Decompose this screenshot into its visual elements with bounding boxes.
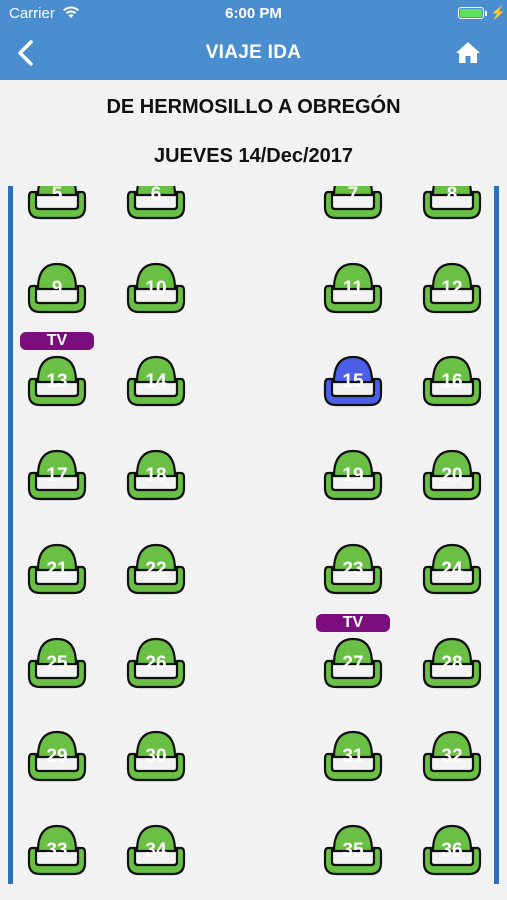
seat-available[interactable]: 28 [421, 631, 483, 689]
seat-number: 16 [441, 371, 463, 393]
seat-number: 34 [145, 839, 167, 861]
seat-available[interactable]: 34 [125, 818, 187, 876]
seat-number: 6 [150, 186, 162, 205]
seat-available[interactable]: 13 [26, 349, 88, 407]
seat-number: 33 [46, 839, 68, 861]
seat-number: 29 [46, 746, 68, 768]
seat-available[interactable]: 18 [125, 443, 187, 501]
bus-wall-right [494, 186, 499, 884]
nav-bar: Carrier 6:00 PM ⚡ VIAJE IDA [0, 0, 507, 80]
seat-number: 32 [441, 746, 463, 768]
seat-number: 23 [342, 558, 364, 580]
seat-available[interactable]: 10 [125, 256, 187, 314]
trip-date: JUEVES 14/Dec/2017 [153, 145, 354, 167]
seat-available[interactable]: 29 [26, 724, 88, 782]
seat-number: 20 [441, 465, 463, 487]
seat-available[interactable]: 31 [322, 724, 384, 782]
seat-number: 31 [342, 746, 364, 768]
seat-available[interactable]: 20 [421, 443, 483, 501]
seat-number: 36 [441, 839, 463, 861]
seat-number: 27 [342, 652, 364, 674]
seat-available[interactable]: 35 [322, 818, 384, 876]
seat-number: 35 [342, 839, 364, 861]
seat-available[interactable]: 9 [26, 256, 88, 314]
seat-number: 11 [342, 277, 364, 299]
seat-number: 9 [51, 277, 63, 299]
seat-selected[interactable]: 15 [322, 349, 384, 407]
seat-number: 19 [342, 465, 364, 487]
seat-number: 10 [145, 277, 167, 299]
seat-number: 7 [347, 186, 359, 205]
seat-number: 22 [145, 558, 167, 580]
seat-available[interactable]: 23 [322, 537, 384, 595]
seat-available[interactable]: 5 [26, 186, 88, 220]
seat-available[interactable]: 22 [125, 537, 187, 595]
seat-available[interactable]: 11 [322, 256, 384, 314]
seat-number: 5 [51, 186, 63, 205]
seat-number: 24 [441, 558, 463, 580]
seat-available[interactable]: 12 [421, 256, 483, 314]
seat-number: 21 [46, 558, 68, 580]
seat-number: 30 [145, 746, 167, 768]
seat-available[interactable]: 25 [26, 631, 88, 689]
seat-available[interactable]: 32 [421, 724, 483, 782]
home-button[interactable] [455, 40, 481, 64]
seat-available[interactable]: 27 [322, 631, 384, 689]
seat-number: 14 [145, 371, 167, 393]
trip-route: DE HERMOSILLO A OBREGÓN [106, 96, 401, 118]
seat-available[interactable]: 24 [421, 537, 483, 595]
bus-wall-left [8, 186, 13, 884]
seat-number: 13 [46, 371, 68, 393]
seat-number: 18 [145, 465, 167, 487]
seat-available[interactable]: 14 [125, 349, 187, 407]
seat-available[interactable]: 8 [421, 186, 483, 220]
seat-number: 26 [145, 652, 167, 674]
seat-available[interactable]: 6 [125, 186, 187, 220]
seat-available[interactable]: 7 [322, 186, 384, 220]
seat-available[interactable]: 30 [125, 724, 187, 782]
seat-available[interactable]: 36 [421, 818, 483, 876]
seat-available[interactable]: 26 [125, 631, 187, 689]
seat-number: 12 [441, 277, 463, 299]
seat-number: 28 [441, 652, 463, 674]
seat-number: 8 [446, 186, 458, 205]
page-title: VIAJE IDA [205, 42, 302, 63]
status-bar: Carrier 6:00 PM ⚡ [0, 0, 507, 28]
status-time: 6:00 PM [225, 5, 282, 22]
seat-available[interactable]: 21 [26, 537, 88, 595]
seat-number: 17 [46, 465, 68, 487]
seat-available[interactable]: 16 [421, 349, 483, 407]
seat-available[interactable]: 33 [26, 818, 88, 876]
charging-bolt-icon: ⚡ [490, 5, 507, 20]
seat-available[interactable]: 19 [322, 443, 384, 501]
tv-badge: TV [316, 613, 390, 632]
seat-available[interactable]: 17 [26, 443, 88, 501]
seat-number: 25 [46, 652, 68, 674]
seat-map: 5 6 7 8 9 10 11 12 TV 13 14 15 16 17 18 19 20 21 22 23 24 25 2… [0, 186, 507, 900]
battery-icon [458, 7, 484, 19]
tv-badge: TV [20, 332, 94, 351]
seat-number: 15 [342, 371, 364, 393]
battery-tip [485, 11, 487, 16]
